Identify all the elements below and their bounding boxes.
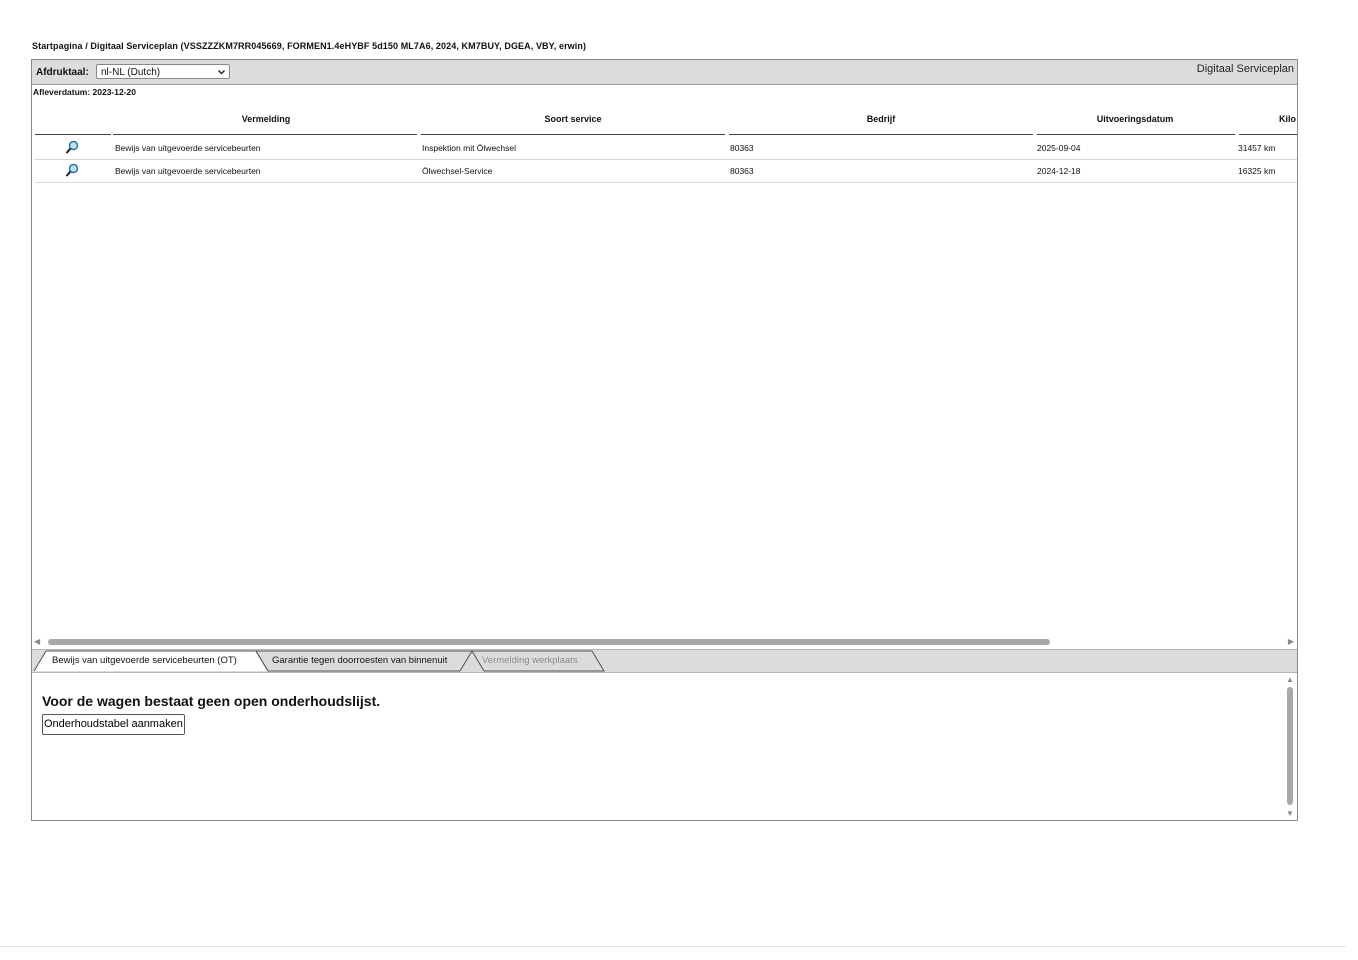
no-maintenance-list-message: Voor de wagen bestaat geen open onderhou…	[42, 693, 381, 709]
row-kilometers: 31457 km	[1238, 143, 1276, 153]
row-service-type: Inspektion mit Ölwechsel	[422, 143, 517, 153]
row-kilometers: 16325 km	[1238, 166, 1276, 176]
scroll-right-icon[interactable]: ▶	[1288, 637, 1294, 646]
print-language-label: Afdruktaal:	[36, 67, 89, 78]
service-table: Vermelding Soort service Bedrijf Uitvoer…	[35, 100, 1297, 680]
row-entry: Bewijs van uitgevoerde servicebeurten	[115, 143, 261, 153]
tab-workshop-note[interactable]: Vermelding werkplaats	[470, 651, 590, 670]
column-header-service-type[interactable]: Soort service	[419, 114, 727, 124]
table-row[interactable]: Bewijs van uitgevoerde servicebeurten In…	[35, 137, 1297, 160]
print-language-value: nl-NL (Dutch)	[101, 67, 161, 78]
row-company: 80363	[730, 143, 754, 153]
header-divider	[729, 134, 1033, 135]
row-service-type: Ölwechsel-Service	[422, 166, 493, 176]
header-divider	[421, 134, 725, 135]
chevron-down-icon	[217, 65, 226, 84]
header-divider	[113, 134, 417, 135]
column-header-entry[interactable]: Vermelding	[113, 114, 419, 124]
row-execution-date: 2024-12-18	[1037, 166, 1081, 176]
table-row[interactable]: Bewijs van uitgevoerde servicebeurten Öl…	[35, 160, 1297, 183]
column-header-company[interactable]: Bedrijf	[727, 114, 1035, 124]
header-divider	[1037, 134, 1235, 135]
row-company: 80363	[730, 166, 754, 176]
service-plan-frame: Afdruktaal: nl-NL (Dutch) Digitaal Servi…	[31, 59, 1298, 821]
create-maintenance-table-button[interactable]: Onderhoudstabel aanmaken	[42, 714, 185, 735]
horizontal-scroll-thumb[interactable]	[48, 639, 1050, 645]
header-divider	[1239, 134, 1297, 135]
page-divider	[0, 946, 1346, 947]
print-language-select[interactable]: nl-NL (Dutch)	[96, 64, 230, 79]
magnifier-icon[interactable]	[65, 163, 79, 178]
header-bar: Afdruktaal: nl-NL (Dutch) Digitaal Servi…	[32, 60, 1297, 85]
app-title: Digitaal Serviceplan	[1196, 63, 1294, 75]
horizontal-scrollbar[interactable]: ◀ ▶	[34, 637, 1296, 647]
scroll-up-icon[interactable]: ▲	[1286, 675, 1294, 684]
magnifier-icon[interactable]	[65, 140, 79, 155]
scroll-down-icon[interactable]: ▼	[1286, 809, 1294, 818]
column-header-kilometers[interactable]: Kilo	[1279, 114, 1297, 124]
vertical-scrollbar[interactable]: ▲ ▼	[1285, 675, 1295, 818]
breadcrumb[interactable]: Startpagina / Digitaal Serviceplan (VSSZ…	[32, 41, 586, 51]
delivery-date: Afleverdatum: 2023-12-20	[33, 87, 136, 97]
column-header-execution-date[interactable]: Uitvoeringsdatum	[1035, 114, 1235, 124]
tab-rust-warranty[interactable]: Garantie tegen doorroesten van binnenuit	[260, 651, 459, 670]
row-entry: Bewijs van uitgevoerde servicebeurten	[115, 166, 261, 176]
tab-service-records[interactable]: Bewijs van uitgevoerde servicebeurten (O…	[40, 651, 249, 670]
tab-bar: Bewijs van uitgevoerde servicebeurten (O…	[32, 649, 1297, 673]
vertical-scroll-thumb[interactable]	[1287, 687, 1293, 805]
header-divider	[35, 134, 111, 135]
row-execution-date: 2025-09-04	[1037, 143, 1081, 153]
maintenance-panel: Voor de wagen bestaat geen open onderhou…	[32, 673, 1297, 820]
scroll-left-icon[interactable]: ◀	[34, 637, 40, 646]
